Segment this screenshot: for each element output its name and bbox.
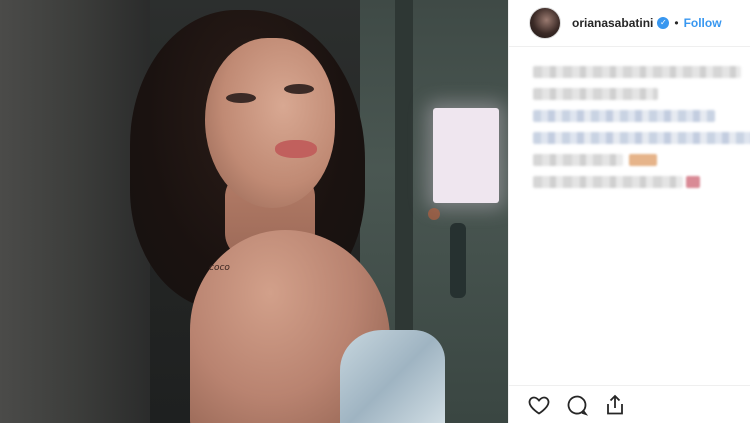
- emoji-icon: [629, 154, 657, 166]
- post-actions-bar: [509, 385, 750, 423]
- emoji-icon: [686, 176, 700, 188]
- post-side-panel: orianasabatini ✓ • Follow: [508, 0, 750, 423]
- avatar[interactable]: [529, 7, 561, 39]
- post-header: orianasabatini ✓ • Follow: [509, 0, 750, 47]
- header-separator: •: [674, 16, 679, 30]
- photo-subject-lips: [275, 140, 317, 158]
- photo-light-dot: [428, 208, 440, 220]
- caption-line: [533, 176, 743, 188]
- username-link[interactable]: orianasabatini: [572, 16, 653, 30]
- follow-button[interactable]: Follow: [684, 16, 722, 30]
- verified-badge-icon: ✓: [657, 17, 670, 29]
- share-icon[interactable]: [603, 393, 627, 417]
- comment-icon[interactable]: [565, 393, 589, 417]
- photo-subject-fabric: [340, 330, 445, 423]
- photo-door-handle: [450, 223, 466, 298]
- photo-window-light: [433, 108, 499, 203]
- post-photo[interactable]: coco: [0, 0, 508, 423]
- photo-tattoo-text: coco: [209, 263, 230, 273]
- photo-subject-face: [205, 38, 335, 208]
- caption-line: [533, 110, 715, 122]
- caption-line: [533, 132, 750, 144]
- heart-icon[interactable]: [527, 393, 551, 417]
- post-caption-blurred: [533, 66, 750, 198]
- caption-line: [533, 154, 743, 166]
- instagram-post: coco orianasabatini ✓ • Follow: [0, 0, 750, 423]
- photo-subject-left-eye: [226, 93, 256, 103]
- caption-line: [533, 66, 741, 78]
- caption-line: [533, 88, 658, 100]
- photo-subject-right-eye: [284, 84, 314, 94]
